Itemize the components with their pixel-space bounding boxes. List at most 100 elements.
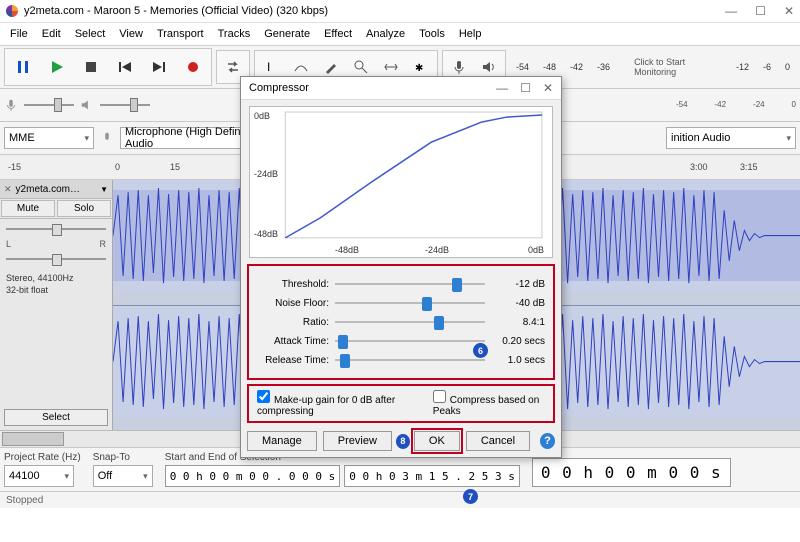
menu-tracks[interactable]: Tracks: [212, 26, 257, 42]
ruler-tick: 0: [115, 162, 120, 172]
skip-end-button[interactable]: [142, 50, 176, 84]
close-track-icon[interactable]: ✕: [4, 184, 12, 195]
meter-tick: -6: [763, 62, 771, 72]
compress-peaks-checkbox[interactable]: Compress based on Peaks: [433, 390, 545, 417]
track-format: Stereo, 44100Hz: [6, 273, 106, 285]
meter-tick: -42: [570, 62, 583, 72]
svg-text:✱: ✱: [415, 63, 423, 74]
ok-button[interactable]: OK: [414, 431, 460, 451]
callout-badge-7: 7: [463, 489, 478, 504]
chevron-down-icon[interactable]: ▼: [100, 185, 108, 194]
minimize-button[interactable]: —: [725, 4, 737, 18]
attack-time-slider[interactable]: [335, 334, 485, 348]
menu-analyze[interactable]: Analyze: [360, 26, 411, 42]
dialog-close-button[interactable]: ✕: [543, 81, 553, 95]
solo-button[interactable]: Solo: [57, 200, 111, 217]
skip-start-button[interactable]: [108, 50, 142, 84]
menu-generate[interactable]: Generate: [258, 26, 316, 42]
stop-button[interactable]: [74, 50, 108, 84]
release-time-slider[interactable]: [335, 353, 485, 367]
release-time-row: Release Time: 1.0 secs: [257, 353, 545, 367]
pause-button[interactable]: [6, 50, 40, 84]
playback-meter[interactable]: -54-42-240: [676, 100, 796, 110]
dialog-title: Compressor: [249, 82, 309, 94]
compressor-dialog: Compressor — ☐ ✕ 0dB -24dB -48dB -48dB -…: [240, 76, 562, 458]
ratio-row: Ratio: 8.4:1: [257, 315, 545, 329]
ratio-value: 8.4:1: [485, 317, 545, 328]
ruler-tick: -15: [8, 162, 21, 172]
record-meter[interactable]: -54 -48 -42 -36 Click to Start Monitorin…: [510, 57, 796, 77]
status-text: Stopped: [6, 495, 43, 506]
meter-tick: -48: [543, 62, 556, 72]
dialog-button-row: Manage Preview 8 OK Cancel ?: [241, 425, 561, 457]
compressor-graph: 0dB -24dB -48dB -48dB -24dB 0dB: [249, 106, 553, 258]
click-to-monitor[interactable]: Click to Start Monitoring: [624, 57, 722, 77]
ratio-slider[interactable]: [335, 315, 485, 329]
window-title: y2meta.com - Maroon 5 - Memories (Offici…: [24, 5, 328, 17]
menu-select[interactable]: Select: [69, 26, 112, 42]
dialog-maximize-button[interactable]: ☐: [520, 81, 531, 95]
audio-position-display: 0 0 h 0 0 m 0 0 s: [532, 458, 731, 487]
menu-view[interactable]: View: [113, 26, 149, 42]
mic2-icon: [100, 131, 114, 145]
snap-to-label: Snap-To: [93, 452, 153, 463]
dialog-minimize-button[interactable]: —: [496, 81, 508, 95]
ruler-tick: 3:00: [690, 162, 708, 172]
release-time-value: 1.0 secs: [485, 355, 545, 366]
selection-start-input[interactable]: 0 0 h 0 0 m 0 0 . 0 0 0 s: [165, 465, 341, 487]
playback-volume-slider[interactable]: [100, 100, 150, 110]
compressor-sliders-group: Threshold: -12 dB Noise Floor: -40 dB Ra…: [247, 264, 555, 380]
attack-time-value: 0.20 secs: [485, 336, 545, 347]
mute-button[interactable]: Mute: [1, 200, 55, 217]
track-select-button[interactable]: Select: [4, 409, 108, 426]
track-control-panel: ✕y2meta.com…▼ Mute Solo L R Stereo, 44100…: [0, 180, 113, 430]
record-volume-slider[interactable]: [24, 100, 74, 110]
noise-floor-slider[interactable]: [335, 296, 485, 310]
play-button[interactable]: [40, 50, 74, 84]
pan-left-label: L: [6, 239, 11, 249]
callout-badge-8: 8: [396, 434, 410, 449]
host-dropdown[interactable]: MME: [4, 127, 94, 149]
help-icon[interactable]: ?: [540, 433, 555, 449]
output-device-dropdown[interactable]: inition Audio: [666, 127, 796, 149]
threshold-slider[interactable]: [335, 277, 485, 291]
meter-tick: -54: [516, 62, 529, 72]
snap-to-dropdown[interactable]: Off: [93, 465, 153, 487]
ruler-tick: 15: [170, 162, 180, 172]
selection-end-input[interactable]: 0 0 h 0 3 m 1 5 . 2 5 3 s: [344, 465, 520, 487]
cancel-button[interactable]: Cancel: [466, 431, 530, 451]
menu-help[interactable]: Help: [453, 26, 488, 42]
track-bit-depth: 32-bit float: [6, 285, 106, 297]
threshold-row: Threshold: -12 dB: [257, 277, 545, 291]
manage-button[interactable]: Manage: [247, 431, 317, 451]
close-button[interactable]: ✕: [784, 4, 794, 18]
app-logo-icon: [6, 5, 18, 17]
gain-slider[interactable]: [6, 221, 106, 237]
compressor-checkboxes: Make-up gain for 0 dB after compressing …: [247, 384, 555, 423]
menu-transport[interactable]: Transport: [151, 26, 210, 42]
pan-right-label: R: [100, 239, 107, 249]
project-rate-dropdown[interactable]: 44100: [4, 465, 74, 487]
meter-tick: -12: [736, 62, 749, 72]
threshold-value: -12 dB: [485, 279, 545, 290]
pan-slider[interactable]: [6, 251, 106, 267]
noise-floor-row: Noise Floor: -40 dB: [257, 296, 545, 310]
meter-tick: -36: [597, 62, 610, 72]
speaker-icon: [80, 98, 94, 112]
menu-tools[interactable]: Tools: [413, 26, 451, 42]
makeup-gain-checkbox[interactable]: Make-up gain for 0 dB after compressing: [257, 390, 419, 417]
track-name-tab[interactable]: ✕y2meta.com…▼: [0, 180, 112, 199]
callout-badge-6: 6: [473, 343, 488, 358]
dialog-titlebar[interactable]: Compressor — ☐ ✕: [241, 77, 561, 100]
mic-icon: [4, 98, 18, 112]
preview-button[interactable]: Preview: [323, 431, 392, 451]
menu-bar: File Edit Select View Transport Tracks G…: [0, 23, 800, 46]
maximize-button[interactable]: ☐: [755, 4, 766, 18]
status-bar: Stopped: [0, 491, 800, 508]
menu-effect[interactable]: Effect: [318, 26, 358, 42]
attack-time-row: Attack Time: 0.20 secs: [257, 334, 545, 348]
record-button[interactable]: [176, 50, 210, 84]
menu-file[interactable]: File: [4, 26, 34, 42]
menu-edit[interactable]: Edit: [36, 26, 67, 42]
window-titlebar: y2meta.com - Maroon 5 - Memories (Offici…: [0, 0, 800, 23]
